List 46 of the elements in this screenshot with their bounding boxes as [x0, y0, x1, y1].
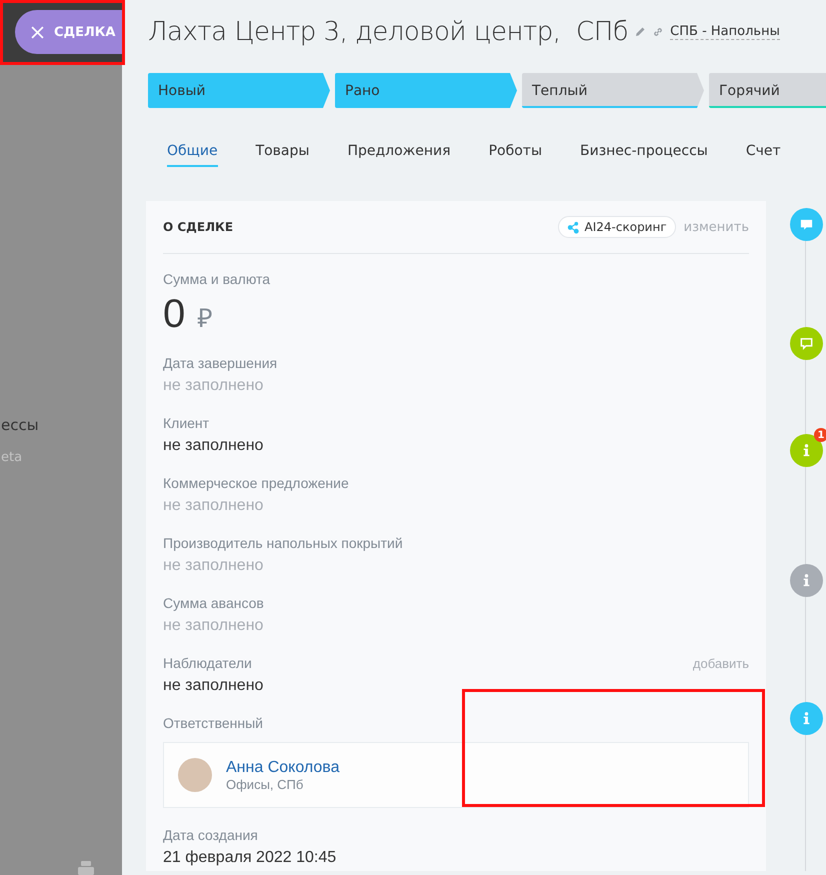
- field-label: Клиент: [163, 414, 210, 432]
- avatar-placeholder: [178, 758, 212, 792]
- tab[interactable]: Бизнес-процессы: [580, 143, 708, 167]
- field-label: Дата создания: [163, 826, 258, 844]
- field-value: не заполнено: [163, 436, 264, 456]
- card-title: О СДЕЛКЕ: [163, 220, 234, 234]
- nodes-icon: [566, 220, 580, 234]
- person-position: Офисы, СПб: [226, 776, 304, 792]
- amount-value: 0: [163, 292, 186, 336]
- pencil-icon[interactable]: [634, 26, 646, 38]
- category-link[interactable]: СПБ - Напольны: [670, 24, 780, 40]
- field-value: не заполнено: [163, 376, 264, 396]
- field-label: Сумма авансов: [163, 594, 264, 612]
- field-value: 21 февраля 2022 10:45: [163, 848, 338, 868]
- field-label: Наблюдатели: [163, 654, 252, 672]
- currency-sign: ₽: [197, 302, 212, 335]
- info-icon[interactable]: [790, 702, 823, 735]
- pipeline-stage[interactable]: Горячий: [709, 73, 826, 108]
- field-label: Дата завершения: [163, 354, 278, 372]
- field-value: не заполнено: [163, 676, 264, 696]
- tab[interactable]: Роботы: [488, 143, 542, 167]
- field-label: Производитель напольных покрытий: [163, 534, 403, 552]
- scoring-button[interactable]: AI24-скоринг: [558, 216, 676, 238]
- deal-title: Лахта Центр 3, деловой центр, СПб: [148, 17, 628, 47]
- tab[interactable]: Предложения: [347, 143, 451, 167]
- chat-icon[interactable]: [790, 208, 823, 241]
- field-value: не заполнено: [163, 496, 264, 516]
- field-value: не заполнено: [163, 556, 264, 576]
- field-label: Сумма и валюта: [163, 270, 272, 288]
- field-label: Коммерческое предложение: [163, 474, 349, 492]
- tab[interactable]: Товары: [256, 143, 310, 167]
- person-name-link[interactable]: Анна Соколова: [226, 758, 340, 776]
- close-icon: [31, 26, 44, 38]
- sidebar-item[interactable]: ессы: [1, 416, 39, 434]
- pipeline-stage[interactable]: Рано: [335, 73, 517, 108]
- tab[interactable]: Счет: [746, 143, 781, 167]
- counter-badge: 1: [814, 428, 826, 442]
- tab[interactable]: Общие: [167, 143, 218, 167]
- field-value: не заполнено: [163, 616, 264, 636]
- field-label: Ответственный: [163, 714, 264, 732]
- printer-icon[interactable]: [76, 861, 96, 875]
- link-icon[interactable]: [652, 26, 664, 38]
- pipeline-stage[interactable]: Теплый: [522, 73, 704, 108]
- pipeline-stage[interactable]: Новый: [148, 73, 330, 108]
- info-icon[interactable]: [790, 564, 823, 597]
- chat-icon[interactable]: [790, 327, 823, 360]
